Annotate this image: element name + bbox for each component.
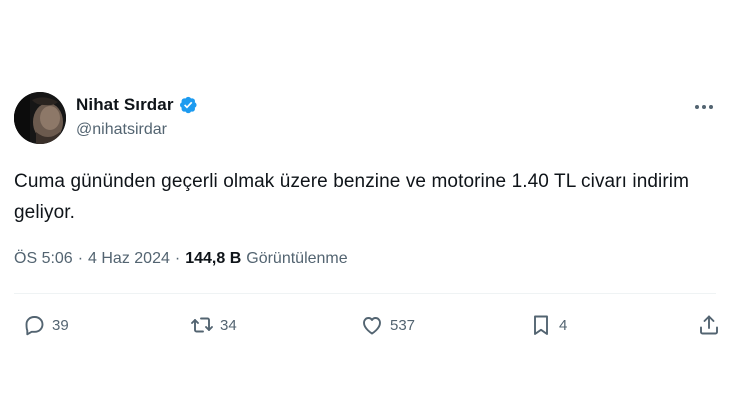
like-count: 537 [390,316,416,334]
more-dots-icon [695,105,713,109]
repost-arrows-icon [191,317,213,333]
tweet-card: Nihat Sırdar @nihatsirdar Cuma gününden … [0,0,730,420]
meta-separator: · [174,250,181,267]
author-name-row: Nihat Sırdar [76,95,198,115]
tweet-text: Cuma gününden geçerli olmak üzere benzin… [14,171,690,223]
meta-separator: · [77,250,84,267]
reply-button[interactable]: 39 [22,310,69,340]
bookmark-count: 4 [559,316,568,334]
repost-button[interactable]: 34 [190,310,237,340]
reply-bubble-icon [25,316,44,336]
more-button[interactable] [692,97,716,117]
heart-icon [363,317,381,335]
views-label: Görüntülenme [246,250,348,267]
author-handle[interactable]: @nihatsirdar [76,121,167,139]
tweet-actions: 39 34 537 4 [0,310,730,340]
share-upload-icon [700,315,718,335]
tweet-time[interactable]: ÖS 5:06 [14,250,73,268]
tweet-meta: ÖS 5:06 · 4 Haz 2024 · 144,8 B Görüntüle… [14,250,348,268]
repost-count: 34 [220,316,237,334]
like-button[interactable]: 537 [360,310,415,340]
tweet-date[interactable]: 4 Haz 2024 [88,250,170,268]
avatar-photo [14,92,66,144]
divider [14,293,716,294]
verified-badge-icon[interactable] [178,95,198,115]
bookmark-icon [534,315,548,335]
share-button[interactable] [697,310,721,340]
views-count: 144,8 B [185,250,242,267]
bookmark-button[interactable]: 4 [529,310,567,340]
avatar[interactable] [14,92,66,144]
author-display-name[interactable]: Nihat Sırdar [76,95,174,115]
reply-count: 39 [52,316,69,334]
